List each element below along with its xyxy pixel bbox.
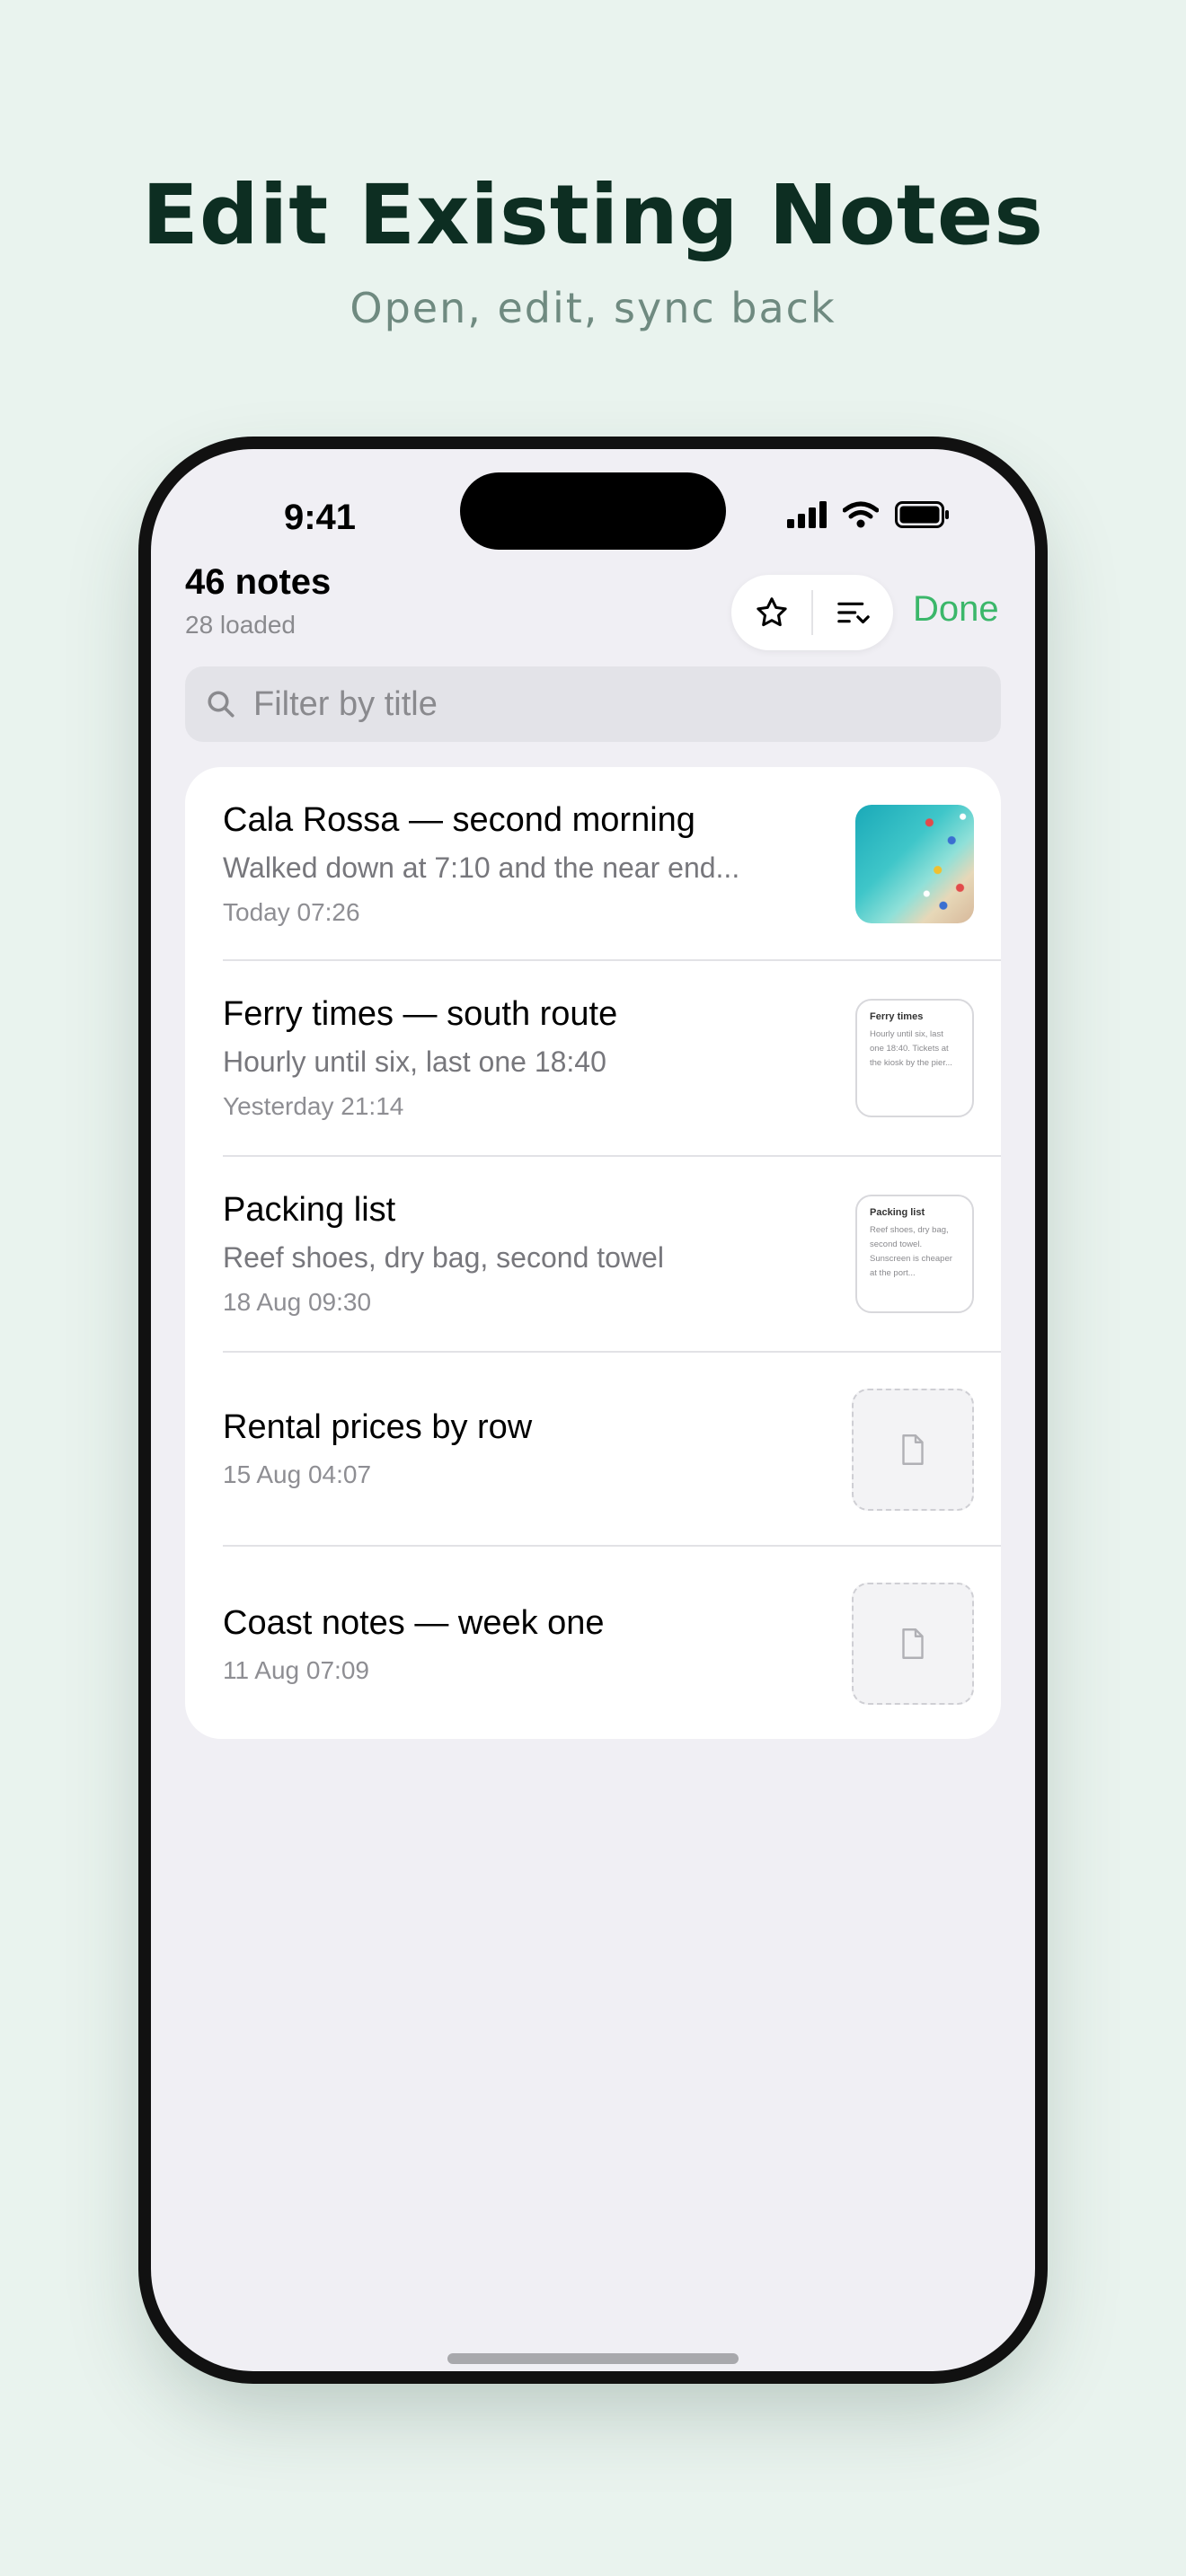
done-button[interactable]: Done [913, 589, 999, 630]
document-icon [902, 1434, 924, 1465]
note-date: Today 07:26 [223, 898, 360, 926]
note-empty-thumbnail [852, 1389, 974, 1511]
note-title: Packing list [223, 1191, 396, 1229]
loaded-count-subtitle: 28 loaded [185, 611, 296, 639]
phone-frame: 9:41 46 notes 28 loaded Done Filter by t… [138, 437, 1048, 2384]
search-icon [208, 691, 235, 718]
note-empty-thumbnail [852, 1583, 974, 1705]
document-icon [902, 1628, 924, 1659]
favorites-button[interactable] [731, 575, 811, 650]
note-title: Rental prices by row [223, 1408, 533, 1446]
sort-button[interactable] [813, 575, 893, 650]
home-indicator[interactable] [447, 2353, 739, 2364]
note-date: 18 Aug 09:30 [223, 1288, 372, 1316]
note-text-thumbnail: Ferry times Hourly until six, last one 1… [855, 999, 974, 1117]
thumbnail-title: Packing list [870, 1207, 925, 1218]
promo-headline: Edit Existing Notes [142, 167, 1044, 263]
status-icons [787, 501, 951, 528]
note-title: Ferry times — south route [223, 995, 618, 1033]
note-date: Yesterday 21:14 [223, 1092, 404, 1120]
note-row[interactable]: Ferry times — south route Hourly until s… [185, 961, 1001, 1157]
note-row[interactable]: Packing list Reef shoes, dry bag, second… [185, 1157, 1001, 1353]
status-time: 9:41 [283, 498, 357, 537]
thumbnail-text: Hourly until six, last one 18:40. Ticket… [870, 1029, 952, 1068]
note-row[interactable]: Rental prices by row 15 Aug 04:07 [185, 1353, 1001, 1547]
star-icon [756, 597, 787, 627]
beach-umbrellas-pattern [918, 805, 974, 923]
note-preview: Walked down at 7:10 and the near end... [223, 851, 740, 884]
promo-subheadline: Open, edit, sync back [350, 284, 836, 332]
note-date: 11 Aug 07:09 [223, 1656, 369, 1684]
dynamic-island [460, 472, 726, 550]
wifi-icon [843, 501, 879, 528]
phone-screen: 9:41 46 notes 28 loaded Done Filter by t… [151, 449, 1035, 2371]
note-title: Coast notes — week one [223, 1604, 605, 1642]
search-input[interactable] [252, 684, 974, 725]
thumbnail-text: Reef shoes, dry bag, second towel. Sunsc… [870, 1225, 952, 1278]
sort-icon [836, 602, 870, 624]
note-row[interactable]: Coast notes — week one 11 Aug 07:09 [185, 1547, 1001, 1739]
note-text-thumbnail: Packing list Reef shoes, dry bag, second… [855, 1195, 974, 1313]
thumbnail-title: Ferry times [870, 1011, 924, 1022]
battery-icon [895, 501, 949, 528]
note-preview: Reef shoes, dry bag, second towel [223, 1241, 664, 1274]
note-date: 15 Aug 04:07 [223, 1460, 372, 1488]
note-preview: Hourly until six, last one 18:40 [223, 1045, 606, 1078]
note-row[interactable]: Cala Rossa — second morning Walked down … [185, 767, 1001, 961]
header-action-pill [731, 575, 893, 650]
note-photo-thumbnail [855, 805, 974, 923]
notes-count-title: 46 notes [185, 562, 332, 602]
note-title: Cala Rossa — second morning [223, 801, 695, 839]
cellular-signal-icon [787, 501, 827, 528]
notes-list: Cala Rossa — second morning Walked down … [185, 767, 1001, 1739]
search-bar[interactable] [185, 666, 1001, 742]
